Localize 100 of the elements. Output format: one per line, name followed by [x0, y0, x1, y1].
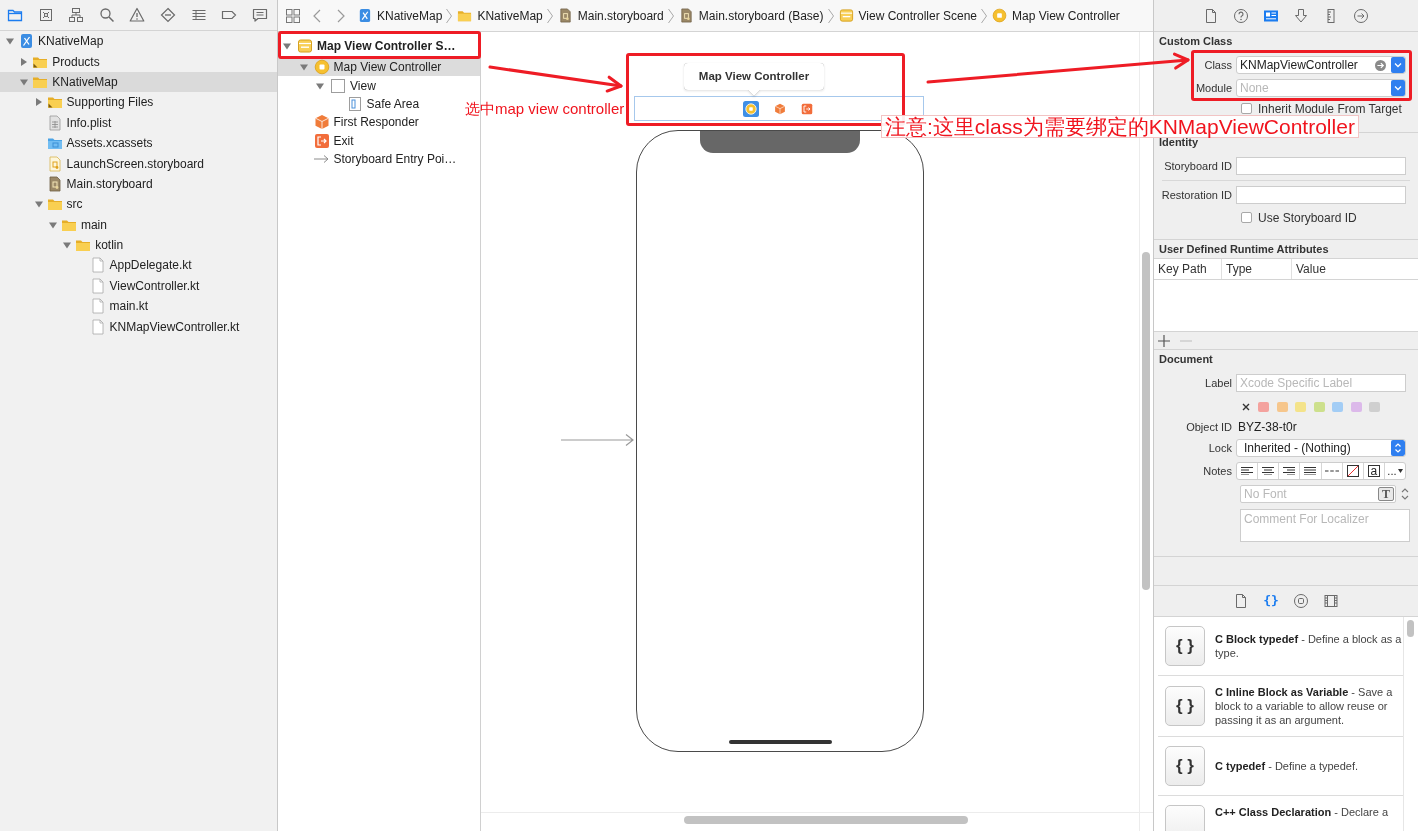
stepper-icon[interactable] — [1401, 488, 1409, 500]
document-icon[interactable] — [1233, 593, 1249, 609]
breadcrumb-item[interactable]: KNativeMap — [357, 8, 443, 23]
scrollbar-thumb[interactable] — [1407, 620, 1414, 637]
grid-icon[interactable] — [286, 8, 300, 23]
stepper-icon[interactable] — [1391, 440, 1405, 456]
file-tree-item[interactable]: main.kt — [0, 296, 277, 317]
disclosure-triangle-icon[interactable] — [48, 220, 57, 229]
hierarchy-icon[interactable] — [68, 7, 85, 23]
color-swatch[interactable] — [1258, 402, 1269, 412]
outline-item[interactable]: Map View Controller S… — [278, 34, 456, 58]
breadcrumb-item[interactable]: Main.storyboard — [557, 8, 664, 23]
column-header[interactable]: Type — [1222, 259, 1292, 279]
plus-icon[interactable] — [1158, 334, 1170, 347]
exit-icon[interactable] — [801, 102, 813, 115]
chevron-right-icon[interactable] — [337, 8, 345, 23]
outline-item[interactable]: Storyboard Entry Poi… — [278, 149, 457, 169]
speech-bubble-icon[interactable] — [251, 7, 268, 23]
align-left-icon — [1241, 467, 1254, 475]
chevron-left-icon[interactable] — [313, 8, 321, 23]
breadcrumb-item[interactable]: KNativeMap — [457, 8, 543, 23]
scrollbar-thumb[interactable] — [1142, 252, 1150, 590]
breadcrumb-item[interactable]: Main.storyboard (Base) — [678, 8, 824, 23]
diamond-icon[interactable] — [159, 7, 176, 23]
circle-icon[interactable] — [1293, 593, 1309, 609]
cube-icon[interactable] — [774, 102, 786, 115]
color-swatch[interactable] — [1313, 402, 1325, 412]
color-swatch[interactable] — [1369, 402, 1380, 412]
file-tree-item[interactable]: main — [0, 214, 277, 235]
file-tree-item[interactable]: Info.plist — [0, 112, 277, 133]
column-header[interactable]: Key Path — [1154, 259, 1222, 279]
file-tree-item[interactable]: Supporting Files — [0, 92, 277, 113]
more-button[interactable]: ... — [1384, 463, 1405, 479]
help-icon[interactable] — [1233, 7, 1249, 24]
file-tree-item[interactable]: src — [0, 194, 277, 215]
outline-item[interactable]: Safe Area — [278, 94, 420, 114]
document-icon — [89, 257, 106, 274]
arrow-circle-icon[interactable] — [1353, 7, 1369, 24]
storyboard-id-field[interactable] — [1236, 157, 1406, 175]
boxed-cross-icon[interactable] — [37, 7, 54, 23]
breadcrumb-item[interactable]: Map View Controller — [992, 8, 1120, 23]
disclosure-triangle-icon[interactable] — [20, 77, 29, 86]
checkbox-label[interactable]: Inherit Module From Target — [1258, 101, 1402, 116]
chevron-down-icon[interactable] — [1391, 80, 1405, 96]
boxed-letter-button[interactable]: a — [1363, 463, 1385, 479]
warning-icon[interactable] — [129, 7, 146, 23]
folder-icon[interactable] — [7, 7, 23, 23]
module-combo-box[interactable]: None — [1236, 79, 1406, 97]
arrow-circle-icon[interactable] — [1375, 59, 1386, 71]
file-tree-item[interactable]: kotlin — [0, 234, 277, 256]
disclosure-triangle-icon[interactable] — [316, 81, 324, 90]
class-combo-box[interactable]: KNMapViewController — [1236, 56, 1406, 74]
down-arrow-icon[interactable] — [1293, 7, 1309, 24]
film-icon[interactable] — [1323, 593, 1339, 609]
disclosure-triangle-icon[interactable] — [63, 241, 72, 250]
label-field[interactable]: Xcode Specific Label — [1236, 374, 1406, 392]
color-swatch[interactable] — [1295, 402, 1306, 412]
breadcrumb-item[interactable]: View Controller Scene — [838, 8, 978, 23]
file-tree-item[interactable]: KNativeMap — [0, 71, 277, 93]
column-header[interactable]: Value — [1292, 259, 1418, 279]
font-picker-button[interactable]: T — [1378, 487, 1394, 501]
disclosure-triangle-icon[interactable] — [20, 57, 29, 66]
outline-item[interactable]: First Responder — [278, 113, 419, 132]
checkbox-label[interactable]: Use Storyboard ID — [1258, 210, 1357, 225]
disclosure-triangle-icon[interactable] — [299, 63, 308, 72]
section-heading: Identity — [1159, 136, 1199, 148]
document-icon[interactable] — [1203, 7, 1219, 24]
color-swatch[interactable] — [1276, 402, 1288, 412]
file-tree-item[interactable]: Assets.xcassets — [0, 132, 277, 154]
chevron-down-icon[interactable] — [1391, 57, 1405, 73]
disclosure-triangle-icon[interactable] — [283, 42, 291, 50]
section-heading: Custom Class — [1159, 35, 1233, 47]
library-tab[interactable]: {} — [1263, 593, 1279, 609]
file-tree-item[interactable]: ViewController.kt — [0, 275, 277, 297]
file-tree-item[interactable]: LaunchScreen.storyboard — [0, 153, 277, 174]
disclosure-triangle-icon[interactable] — [34, 200, 43, 209]
disclosure-triangle-icon[interactable] — [34, 98, 43, 107]
dashes-icon — [1324, 470, 1339, 472]
file-tree-item[interactable]: AppDelegate.kt — [0, 255, 277, 276]
restoration-id-field[interactable] — [1236, 186, 1406, 204]
checkbox[interactable] — [1241, 103, 1252, 114]
color-swatch[interactable] — [1332, 402, 1343, 412]
file-tree-item[interactable]: Products — [0, 51, 277, 72]
scrollbar-thumb[interactable] — [684, 816, 968, 824]
view-controller-icon[interactable] — [743, 100, 759, 117]
list-icon[interactable] — [190, 7, 207, 23]
outline-item[interactable]: Exit — [278, 131, 354, 150]
lock-popup[interactable]: Inherited - (Nothing) — [1236, 439, 1406, 457]
snippet-description: C Inline Block as Variable - Save a block to a variable to allow reuse or passing it as an argument. — [1215, 685, 1394, 727]
file-tree-item[interactable]: KNativeMap — [0, 31, 277, 52]
outline-item[interactable]: View — [278, 76, 376, 95]
file-tree-item[interactable]: Main.storyboard — [0, 173, 277, 195]
view-controller-icon — [313, 59, 330, 76]
disclosure-triangle-icon[interactable] — [6, 37, 14, 46]
color-swatch[interactable] — [1350, 402, 1362, 412]
search-icon[interactable] — [98, 7, 115, 23]
checkbox[interactable] — [1241, 212, 1252, 223]
cross-icon[interactable] — [1242, 403, 1250, 411]
comment-field[interactable]: Comment For Localizer — [1240, 509, 1410, 542]
file-tree-item[interactable]: KNMapViewController.kt — [0, 316, 277, 337]
